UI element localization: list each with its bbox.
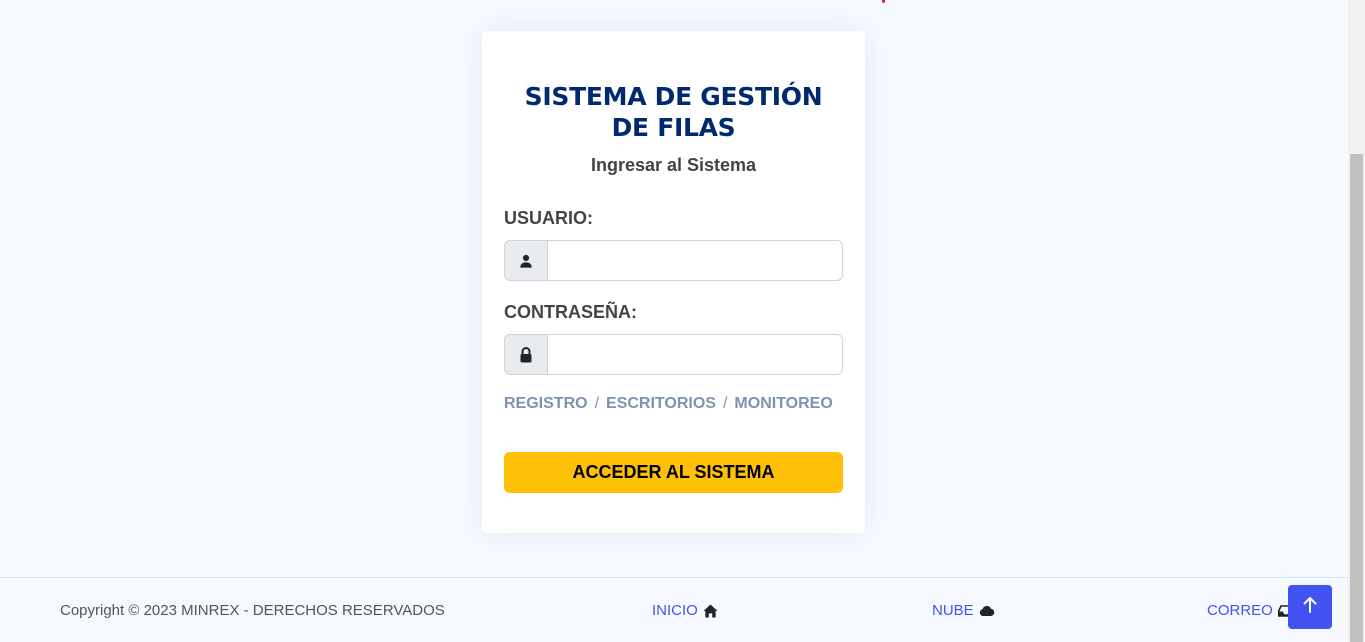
lock-icon bbox=[504, 334, 548, 375]
link-separator: / bbox=[722, 395, 728, 412]
username-input-group bbox=[504, 240, 843, 281]
login-page: SISTEMA DE GESTIÓN DE FILAS Ingresar al … bbox=[0, 0, 1365, 642]
login-subtitle: Ingresar al Sistema bbox=[590, 155, 757, 175]
top-accent-mark bbox=[882, 0, 885, 3]
footer: Copyright © 2023 MINREX - DERECHOS RESER… bbox=[0, 577, 1348, 642]
password-input-group bbox=[504, 334, 843, 375]
footer-link-label: CORREO bbox=[1207, 602, 1273, 619]
vertical-scrollbar[interactable] bbox=[1348, 0, 1365, 642]
arrow-up-icon bbox=[1302, 596, 1318, 619]
cloud-icon bbox=[979, 605, 995, 617]
footer-link-label: NUBE bbox=[932, 602, 974, 619]
username-label: USUARIO: bbox=[504, 208, 593, 228]
footer-link-nube[interactable]: NUBE bbox=[932, 602, 995, 619]
password-input[interactable] bbox=[548, 334, 843, 375]
house-icon bbox=[703, 603, 718, 618]
login-card: SISTEMA DE GESTIÓN DE FILAS Ingresar al … bbox=[482, 31, 865, 533]
footer-link-inicio[interactable]: INICIO bbox=[652, 602, 718, 619]
back-to-top-button[interactable] bbox=[1288, 585, 1332, 629]
escritorios-link[interactable]: ESCRITORIOS bbox=[606, 395, 716, 412]
quick-links: REGISTRO / ESCRITORIOS / MONITOREO bbox=[504, 395, 833, 413]
link-separator: / bbox=[594, 395, 600, 412]
page-title: SISTEMA DE GESTIÓN DE FILAS bbox=[524, 82, 823, 142]
username-input[interactable] bbox=[548, 240, 843, 281]
user-icon bbox=[504, 240, 548, 281]
footer-link-correo[interactable]: CORREO bbox=[1207, 602, 1294, 619]
password-label: CONTRASEÑA: bbox=[504, 302, 637, 322]
scrollbar-thumb[interactable] bbox=[1350, 154, 1363, 642]
login-submit-button[interactable]: ACCEDER AL SISTEMA bbox=[504, 452, 843, 493]
monitoreo-link[interactable]: MONITOREO bbox=[734, 395, 832, 412]
registro-link[interactable]: REGISTRO bbox=[504, 395, 588, 412]
footer-link-label: INICIO bbox=[652, 602, 698, 619]
copyright-text: Copyright © 2023 MINREX - DERECHOS RESER… bbox=[60, 602, 445, 619]
